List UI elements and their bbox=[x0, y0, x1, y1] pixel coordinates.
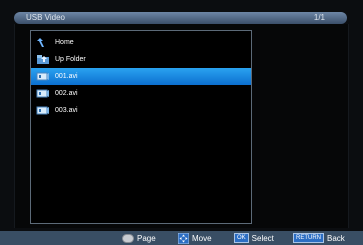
home-icon bbox=[37, 38, 44, 47]
ok-key-badge: OK bbox=[234, 233, 249, 243]
list-item-label: Home bbox=[55, 39, 74, 46]
page-indicator: 1/1 bbox=[313, 13, 325, 22]
page-hint: Page bbox=[122, 232, 156, 244]
back-hint: RETURN Back bbox=[293, 232, 345, 244]
list-item-label: 001.avi bbox=[55, 73, 78, 80]
list-item-up-folder[interactable]: Up Folder bbox=[31, 51, 251, 68]
file-list: Home Up Folder 001.avi 002.avi 003.avi bbox=[31, 34, 251, 119]
list-item-label: 003.avi bbox=[55, 107, 78, 114]
list-item-label: Up Folder bbox=[55, 56, 86, 63]
page-hint-label: Page bbox=[137, 233, 156, 243]
select-hint: OK Select bbox=[234, 232, 274, 244]
move-hint-label: Move bbox=[192, 233, 212, 243]
up-folder-icon bbox=[37, 55, 49, 64]
select-hint-label: Select bbox=[251, 233, 274, 243]
footer-hint-bar: Page Move OK Select RETURN Back bbox=[0, 231, 363, 245]
dpad-icon bbox=[178, 232, 189, 244]
page-button-icon bbox=[122, 233, 134, 243]
title-bar: USB Video 1/1 bbox=[14, 12, 347, 24]
return-key-badge: RETURN bbox=[293, 233, 324, 243]
video-file-icon bbox=[36, 106, 49, 115]
list-item-file[interactable]: 002.avi bbox=[31, 85, 251, 102]
list-item-label: 002.avi bbox=[55, 90, 78, 97]
list-item-file[interactable]: 001.avi bbox=[31, 68, 251, 85]
file-browser-panel: Home Up Folder 001.avi 002.avi 003.avi bbox=[30, 30, 252, 224]
video-file-icon bbox=[36, 89, 49, 98]
video-file-icon bbox=[36, 72, 49, 81]
page-title: USB Video bbox=[26, 13, 65, 22]
back-hint-label: Back bbox=[327, 233, 345, 243]
move-hint: Move bbox=[178, 232, 212, 244]
list-item-file[interactable]: 003.avi bbox=[31, 102, 251, 119]
list-item-home[interactable]: Home bbox=[31, 34, 251, 51]
